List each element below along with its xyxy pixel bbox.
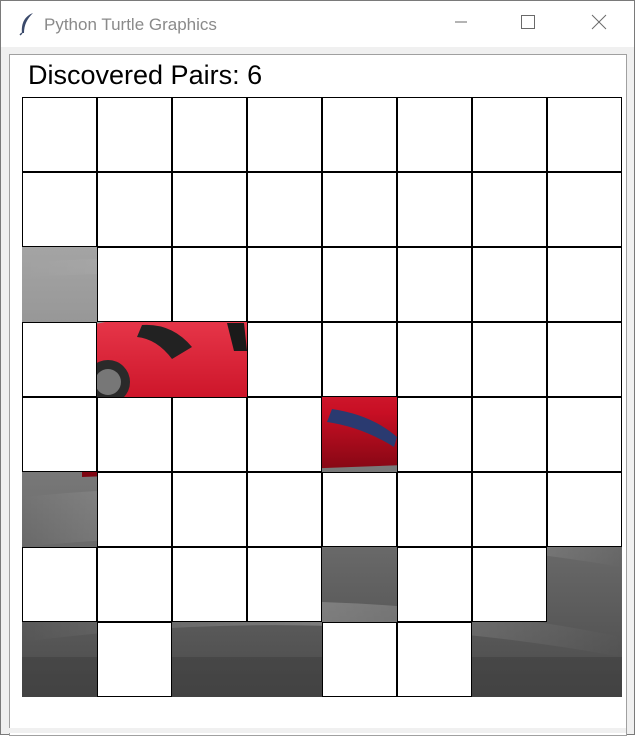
- card-tile-r8c5[interactable]: [322, 622, 397, 697]
- card-tile-r4c6[interactable]: [397, 322, 472, 397]
- card-tile-r8c6[interactable]: [397, 622, 472, 697]
- feather-icon: [18, 12, 36, 36]
- card-tile-r5c3[interactable]: [172, 397, 247, 472]
- minimize-icon: [453, 14, 469, 35]
- card-tile-r1c5[interactable]: [322, 97, 397, 172]
- card-tile-r6c2[interactable]: [97, 472, 172, 547]
- card-tile-r7c3[interactable]: [172, 547, 247, 622]
- card-tile-r1c3[interactable]: [172, 97, 247, 172]
- card-tile-r4c5[interactable]: [322, 322, 397, 397]
- card-tile-r1c1[interactable]: [22, 97, 97, 172]
- card-tile-r6c5[interactable]: [322, 472, 397, 547]
- card-tile-r7c2[interactable]: [97, 547, 172, 622]
- title-bar[interactable]: Python Turtle Graphics: [1, 1, 634, 47]
- card-tile-r4c8[interactable]: [547, 322, 622, 397]
- maximize-icon: [520, 14, 536, 35]
- card-tile-r2c4[interactable]: [247, 172, 322, 247]
- card-tile-r2c1[interactable]: [22, 172, 97, 247]
- window-bottom-edge: [8, 728, 626, 733]
- card-tile-r4c4[interactable]: [247, 322, 322, 397]
- close-icon: [591, 14, 607, 35]
- card-tile-r6c8[interactable]: [547, 472, 622, 547]
- card-tile-r1c7[interactable]: [472, 97, 547, 172]
- memory-board[interactable]: [22, 97, 622, 697]
- card-tile-r2c2[interactable]: [97, 172, 172, 247]
- card-tile-r7c4[interactable]: [247, 547, 322, 622]
- card-tile-r3c2[interactable]: [97, 247, 172, 322]
- card-tile-r3c8[interactable]: [547, 247, 622, 322]
- card-tile-r5c4[interactable]: [247, 397, 322, 472]
- card-tile-r2c3[interactable]: [172, 172, 247, 247]
- card-tile-r7c7[interactable]: [472, 547, 547, 622]
- card-tile-r5c1[interactable]: [22, 397, 97, 472]
- card-tile-r8c2[interactable]: [97, 622, 172, 697]
- card-tile-r7c1[interactable]: [22, 547, 97, 622]
- card-tile-r3c3[interactable]: [172, 247, 247, 322]
- card-tile-r6c3[interactable]: [172, 472, 247, 547]
- card-tile-r1c2[interactable]: [97, 97, 172, 172]
- close-button[interactable]: [576, 1, 622, 47]
- card-tile-r5c2[interactable]: [97, 397, 172, 472]
- card-tile-r4c7[interactable]: [472, 322, 547, 397]
- card-tile-r5c7[interactable]: [472, 397, 547, 472]
- window-title: Python Turtle Graphics: [44, 15, 217, 34]
- card-tile-r3c5[interactable]: [322, 247, 397, 322]
- card-tile-r1c4[interactable]: [247, 97, 322, 172]
- discovered-pairs-label: Discovered Pairs: 6: [28, 60, 263, 90]
- card-tile-r3c4[interactable]: [247, 247, 322, 322]
- card-tile-r5c6[interactable]: [397, 397, 472, 472]
- card-tile-r6c6[interactable]: [397, 472, 472, 547]
- card-tile-r6c7[interactable]: [472, 472, 547, 547]
- card-tile-r3c6[interactable]: [397, 247, 472, 322]
- card-tile-r2c5[interactable]: [322, 172, 397, 247]
- minimize-button[interactable]: [438, 1, 484, 47]
- card-tile-r5c8[interactable]: [547, 397, 622, 472]
- maximize-button[interactable]: [505, 1, 551, 47]
- card-tile-r4c1[interactable]: [22, 322, 97, 397]
- card-tile-r3c7[interactable]: [472, 247, 547, 322]
- card-tile-r6c4[interactable]: [247, 472, 322, 547]
- card-tile-r2c7[interactable]: [472, 172, 547, 247]
- card-tile-r2c6[interactable]: [397, 172, 472, 247]
- card-tile-r1c8[interactable]: [547, 97, 622, 172]
- card-tile-r2c8[interactable]: [547, 172, 622, 247]
- card-tile-r7c6[interactable]: [397, 547, 472, 622]
- card-tile-r1c6[interactable]: [397, 97, 472, 172]
